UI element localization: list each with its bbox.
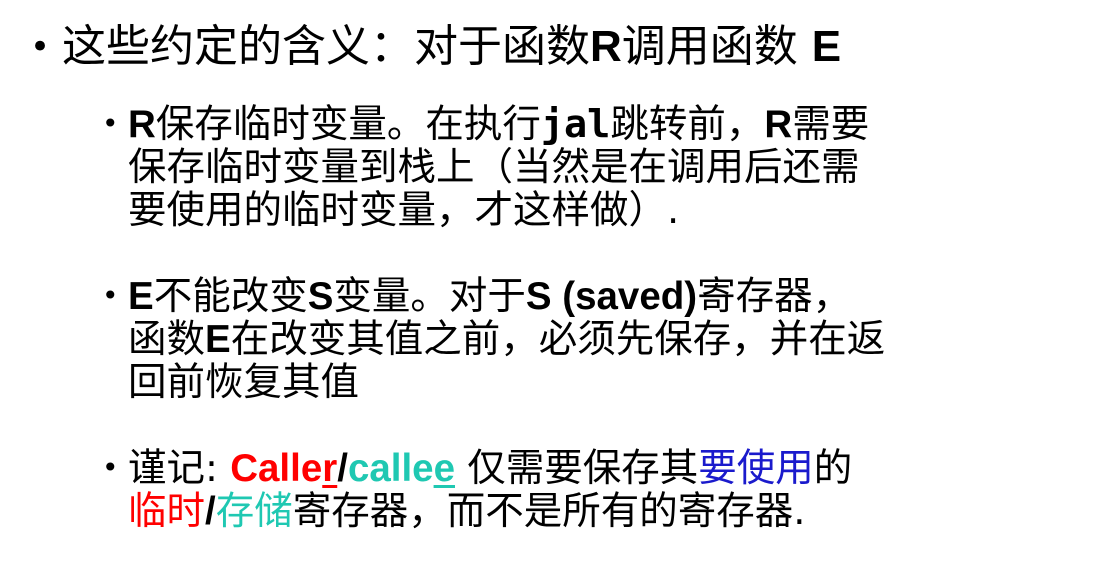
slash: / bbox=[205, 490, 216, 533]
underlined-letter: r bbox=[322, 447, 338, 490]
text-run: 变量。对于 bbox=[333, 274, 526, 319]
jal-instruction: jal bbox=[540, 102, 611, 147]
text-line: R保存临时变量。在执行jal跳转前，R需要 bbox=[128, 103, 869, 146]
callee-name: E bbox=[811, 22, 842, 71]
text-line: 保存临时变量到栈上（当然是在调用后还需 bbox=[128, 145, 860, 190]
bullet-dot: • bbox=[102, 279, 119, 312]
text-run: 谨记: bbox=[128, 446, 231, 491]
text-run: 仅需要保存其 bbox=[455, 446, 699, 491]
text-run: 跳转前， bbox=[610, 102, 765, 147]
slash: / bbox=[337, 447, 348, 490]
callee-name: E bbox=[128, 275, 154, 318]
slide: • 这些约定的含义：对于函数R调用函数 E • R保存临时变量。在执行jal跳转… bbox=[0, 0, 1103, 561]
sub-bullet-remember: • 谨记: Caller/callee 仅需要保存其要使用的 临时/存储寄存器，… bbox=[102, 447, 1092, 533]
text-line: 回前恢复其值 bbox=[128, 360, 360, 405]
saved-register-label: S bbox=[307, 275, 334, 318]
underlined-letter: e bbox=[433, 447, 455, 490]
bullet-dot: • bbox=[102, 107, 119, 140]
main-bullet-text: 这些约定的含义：对于函数R调用函数 E bbox=[62, 12, 841, 82]
text-run: 在改变其值之前，必须先保存，并在返 bbox=[230, 317, 886, 362]
bullet-dot: • bbox=[30, 27, 51, 67]
text-run: 的 bbox=[813, 446, 853, 491]
text-line: E不能改变S变量。对于S (saved)寄存器， bbox=[128, 275, 885, 318]
caller-word: Caller bbox=[230, 447, 337, 490]
storage-word: 存储 bbox=[215, 489, 293, 534]
caller-name: R bbox=[764, 103, 793, 146]
text-run: 寄存器， bbox=[697, 274, 852, 319]
text-line: 函数E在改变其值之前，必须先保存，并在返 bbox=[128, 318, 885, 361]
text-run: 不能改变 bbox=[153, 274, 308, 319]
text-run: 寄存器，而不是所有的寄存器. bbox=[292, 489, 806, 534]
main-bullet-prefix: 这些约定的含义：对于函数 bbox=[62, 21, 590, 72]
text-line: 谨记: Caller/callee 仅需要保存其要使用的 bbox=[128, 447, 852, 490]
callee-name: E bbox=[205, 318, 231, 361]
bullet-dot: • bbox=[102, 451, 119, 484]
main-bullet-middle: 调用函数 bbox=[621, 21, 812, 72]
sub-bullet-caller-saves: • R保存临时变量。在执行jal跳转前，R需要 保存临时变量到栈上（当然是在调用… bbox=[102, 103, 1092, 232]
caller-name: R bbox=[590, 22, 622, 71]
text-run: 需要 bbox=[792, 102, 870, 147]
saved-register-label: S (saved) bbox=[525, 275, 698, 318]
sub-bullet-text: E不能改变S变量。对于S (saved)寄存器， 函数E在改变其值之前，必须先保… bbox=[128, 275, 885, 404]
main-bullet: • 这些约定的含义：对于函数R调用函数 E bbox=[30, 12, 1090, 82]
text-line: 要使用的临时变量，才这样做）. bbox=[128, 188, 680, 233]
sub-bullet-text: 谨记: Caller/callee 仅需要保存其要使用的 临时/存储寄存器，而不… bbox=[128, 447, 852, 533]
sub-bullet-text: R保存临时变量。在执行jal跳转前，R需要 保存临时变量到栈上（当然是在调用后还… bbox=[128, 103, 869, 232]
text-line: 临时/存储寄存器，而不是所有的寄存器. bbox=[128, 490, 852, 533]
text-run: 函数 bbox=[128, 317, 206, 362]
text-run: calle bbox=[347, 447, 434, 490]
highlighted-text: 要使用 bbox=[698, 446, 814, 491]
caller-name: R bbox=[128, 103, 156, 146]
temporary-word: 临时 bbox=[128, 489, 206, 534]
text-run: Calle bbox=[230, 447, 323, 490]
callee-word: callee bbox=[348, 447, 455, 490]
sub-bullet-callee-saves: • E不能改变S变量。对于S (saved)寄存器， 函数E在改变其值之前，必须… bbox=[102, 275, 1092, 404]
text-run: 保存临时变量。在执行 bbox=[155, 102, 541, 147]
